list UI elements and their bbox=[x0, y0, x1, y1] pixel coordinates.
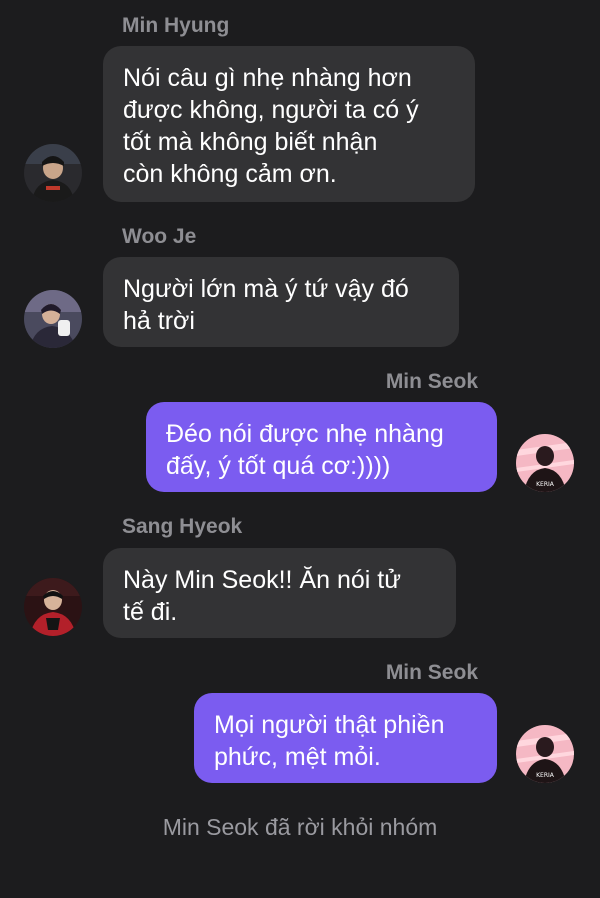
sender-name: Sang Hyeok bbox=[122, 515, 243, 538]
avatar-icon: KERIA bbox=[516, 434, 574, 492]
avatar-icon bbox=[24, 144, 82, 202]
message-bubble[interactable]: Này Min Seok!! Ăn nói tử tế đi. bbox=[103, 548, 456, 638]
svg-text:KERIA: KERIA bbox=[536, 772, 555, 779]
message-bubble[interactable]: Đéo nói được nhẹ nhàng đấy, ý tốt quá cơ… bbox=[146, 402, 497, 492]
message-bubble[interactable]: Nói câu gì nhẹ nhàng hơn được không, ngư… bbox=[103, 46, 475, 202]
avatar-min-seok[interactable]: KERIA bbox=[516, 434, 574, 492]
avatar-icon: KERIA bbox=[516, 725, 574, 783]
sender-name: Min Seok bbox=[385, 661, 478, 684]
avatar-icon bbox=[24, 578, 82, 636]
sender-name: Min Hyung bbox=[122, 14, 230, 37]
avatar-icon bbox=[24, 290, 82, 348]
avatar-woo-je[interactable] bbox=[24, 290, 82, 348]
sender-name: Min Seok bbox=[385, 370, 478, 393]
message-bubble[interactable]: Mọi người thật phiền phức, mệt mỏi. bbox=[194, 693, 497, 783]
avatar-sang-hyeok[interactable] bbox=[24, 578, 82, 636]
svg-text:KERIA: KERIA bbox=[536, 481, 555, 488]
message-bubble[interactable]: Người lớn mà ý tứ vậy đó hả trời bbox=[103, 257, 459, 347]
sender-name: Woo Je bbox=[122, 225, 197, 248]
avatar-min-seok[interactable]: KERIA bbox=[516, 725, 574, 783]
avatar-min-hyung[interactable] bbox=[24, 144, 82, 202]
system-message-left-group: Min Seok đã rời khỏi nhóm bbox=[162, 814, 438, 840]
